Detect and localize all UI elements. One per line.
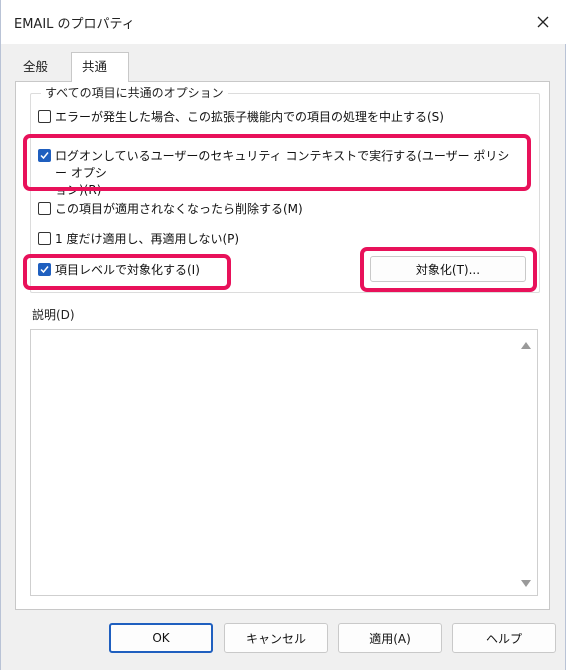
- ok-button[interactable]: OK: [109, 623, 213, 653]
- tab-common[interactable]: 共通: [71, 52, 129, 82]
- tab-general[interactable]: 全般: [13, 56, 65, 80]
- close-button[interactable]: [529, 8, 557, 36]
- option-apply-once[interactable]: 1 度だけ適用し、再適用しない(P): [38, 231, 239, 248]
- close-icon: [537, 16, 549, 28]
- option-remove-when-not-applied[interactable]: この項目が適用されなくなったら削除する(M): [38, 201, 303, 218]
- description-label: 説明(D): [32, 308, 75, 322]
- apply-button[interactable]: 適用(A): [338, 623, 442, 653]
- properties-dialog: EMAIL のプロパティ 全般 共通 すべての項目に共通のオプション エラーが発…: [0, 0, 566, 670]
- title-bar[interactable]: EMAIL のプロパティ: [1, 0, 566, 44]
- option-label: エラーが発生した場合、この拡張子機能内での項目の処理を中止する(S): [55, 110, 444, 124]
- option-label: 項目レベルで対象化する(I): [55, 263, 200, 277]
- checkbox-run-in-user-context[interactable]: [38, 149, 51, 162]
- help-button[interactable]: ヘルプ: [452, 623, 556, 653]
- targeting-button[interactable]: 対象化(T)...: [370, 256, 526, 282]
- checkbox-apply-once[interactable]: [38, 232, 51, 245]
- checkmark-icon: [40, 152, 49, 160]
- option-run-in-user-context[interactable]: ログオンしているユーザーのセキュリティ コンテキストで実行する(ユーザー ポリシ…: [38, 148, 518, 199]
- option-stop-on-error[interactable]: エラーが発生した場合、この拡張子機能内での項目の処理を中止する(S): [38, 109, 444, 126]
- option-label: 1 度だけ適用し、再適用しない(P): [55, 232, 240, 246]
- checkbox-stop-on-error[interactable]: [38, 110, 51, 123]
- checkbox-remove-when-not-applied[interactable]: [38, 202, 51, 215]
- option-item-level-targeting[interactable]: 項目レベルで対象化する(I): [38, 262, 200, 279]
- scroll-up-arrow-icon[interactable]: [521, 342, 531, 349]
- options-group-legend: すべての項目に共通のオプション: [41, 84, 228, 101]
- option-label: この項目が適用されなくなったら削除する(M): [55, 202, 303, 216]
- description-textarea[interactable]: [30, 329, 538, 596]
- dialog-title: EMAIL のプロパティ: [14, 17, 135, 32]
- cancel-button[interactable]: キャンセル: [224, 623, 328, 653]
- scroll-down-arrow-icon[interactable]: [521, 580, 531, 587]
- checkmark-icon: [40, 266, 49, 274]
- option-label: ログオンしているユーザーのセキュリティ コンテキストで実行する(ユーザー ポリシ…: [55, 149, 510, 197]
- checkbox-item-level-targeting[interactable]: [38, 263, 51, 276]
